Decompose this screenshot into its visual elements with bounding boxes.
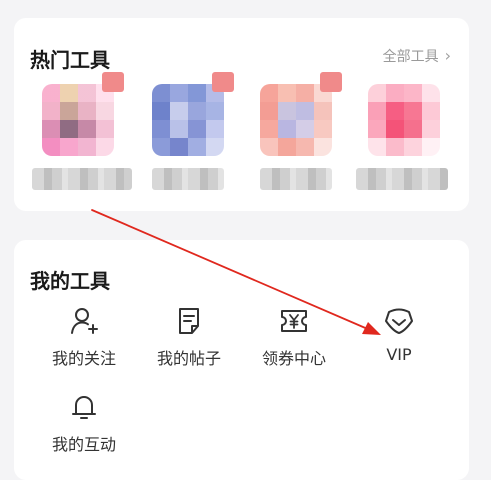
tool-label: 我的帖子 bbox=[156, 349, 221, 368]
tool-item-vip[interactable]: VIP bbox=[347, 306, 451, 364]
tool-label: VIP bbox=[386, 345, 412, 364]
tool-label: 我的关注 bbox=[51, 349, 116, 368]
all-tools-label: 全部工具 bbox=[382, 49, 439, 65]
hot-tool-image bbox=[260, 84, 332, 156]
my-tools-card: 我的工具 我的关注 我的帖子 领券中心 VIP 我的互动 bbox=[14, 240, 469, 480]
tool-item-posts[interactable]: 我的帖子 bbox=[137, 306, 241, 369]
tool-item-coupon-center[interactable]: 领券中心 bbox=[242, 306, 346, 369]
post-note-icon bbox=[179, 308, 199, 334]
hot-tool-image bbox=[42, 84, 114, 156]
hot-tool-label-blurred bbox=[152, 168, 224, 190]
tool-item-interactions[interactable]: 我的互动 bbox=[32, 392, 136, 455]
hot-tool-label-blurred bbox=[260, 168, 332, 190]
hot-tool-tile[interactable] bbox=[368, 84, 450, 166]
hot-tool-tile[interactable] bbox=[152, 72, 234, 166]
person-add-icon bbox=[71, 308, 98, 334]
hot-tool-label-blurred bbox=[32, 168, 132, 190]
vip-crown-icon bbox=[385, 308, 413, 334]
coupon-yen-icon bbox=[281, 310, 307, 332]
my-tools-title: 我的工具 bbox=[30, 269, 110, 293]
hot-tool-tile[interactable] bbox=[260, 72, 342, 166]
hot-tool-tile[interactable] bbox=[42, 72, 124, 166]
tool-label: 我的互动 bbox=[51, 435, 116, 454]
hot-tool-badge bbox=[320, 72, 342, 92]
hot-tool-label-blurred bbox=[356, 168, 448, 190]
bell-icon bbox=[72, 396, 96, 419]
hot-tool-badge bbox=[102, 72, 124, 92]
tool-label: 领券中心 bbox=[261, 349, 326, 368]
hot-tool-image bbox=[152, 84, 224, 156]
hot-tool-badge bbox=[212, 72, 234, 92]
chevron-right-icon: › bbox=[444, 46, 451, 65]
hot-tools-card: 热门工具 全部工具 › bbox=[14, 18, 469, 211]
all-tools-link[interactable]: 全部工具 › bbox=[383, 46, 451, 66]
tool-item-follows[interactable]: 我的关注 bbox=[32, 306, 136, 369]
hot-tools-title: 热门工具 bbox=[30, 48, 110, 72]
hot-tool-image bbox=[368, 84, 440, 156]
